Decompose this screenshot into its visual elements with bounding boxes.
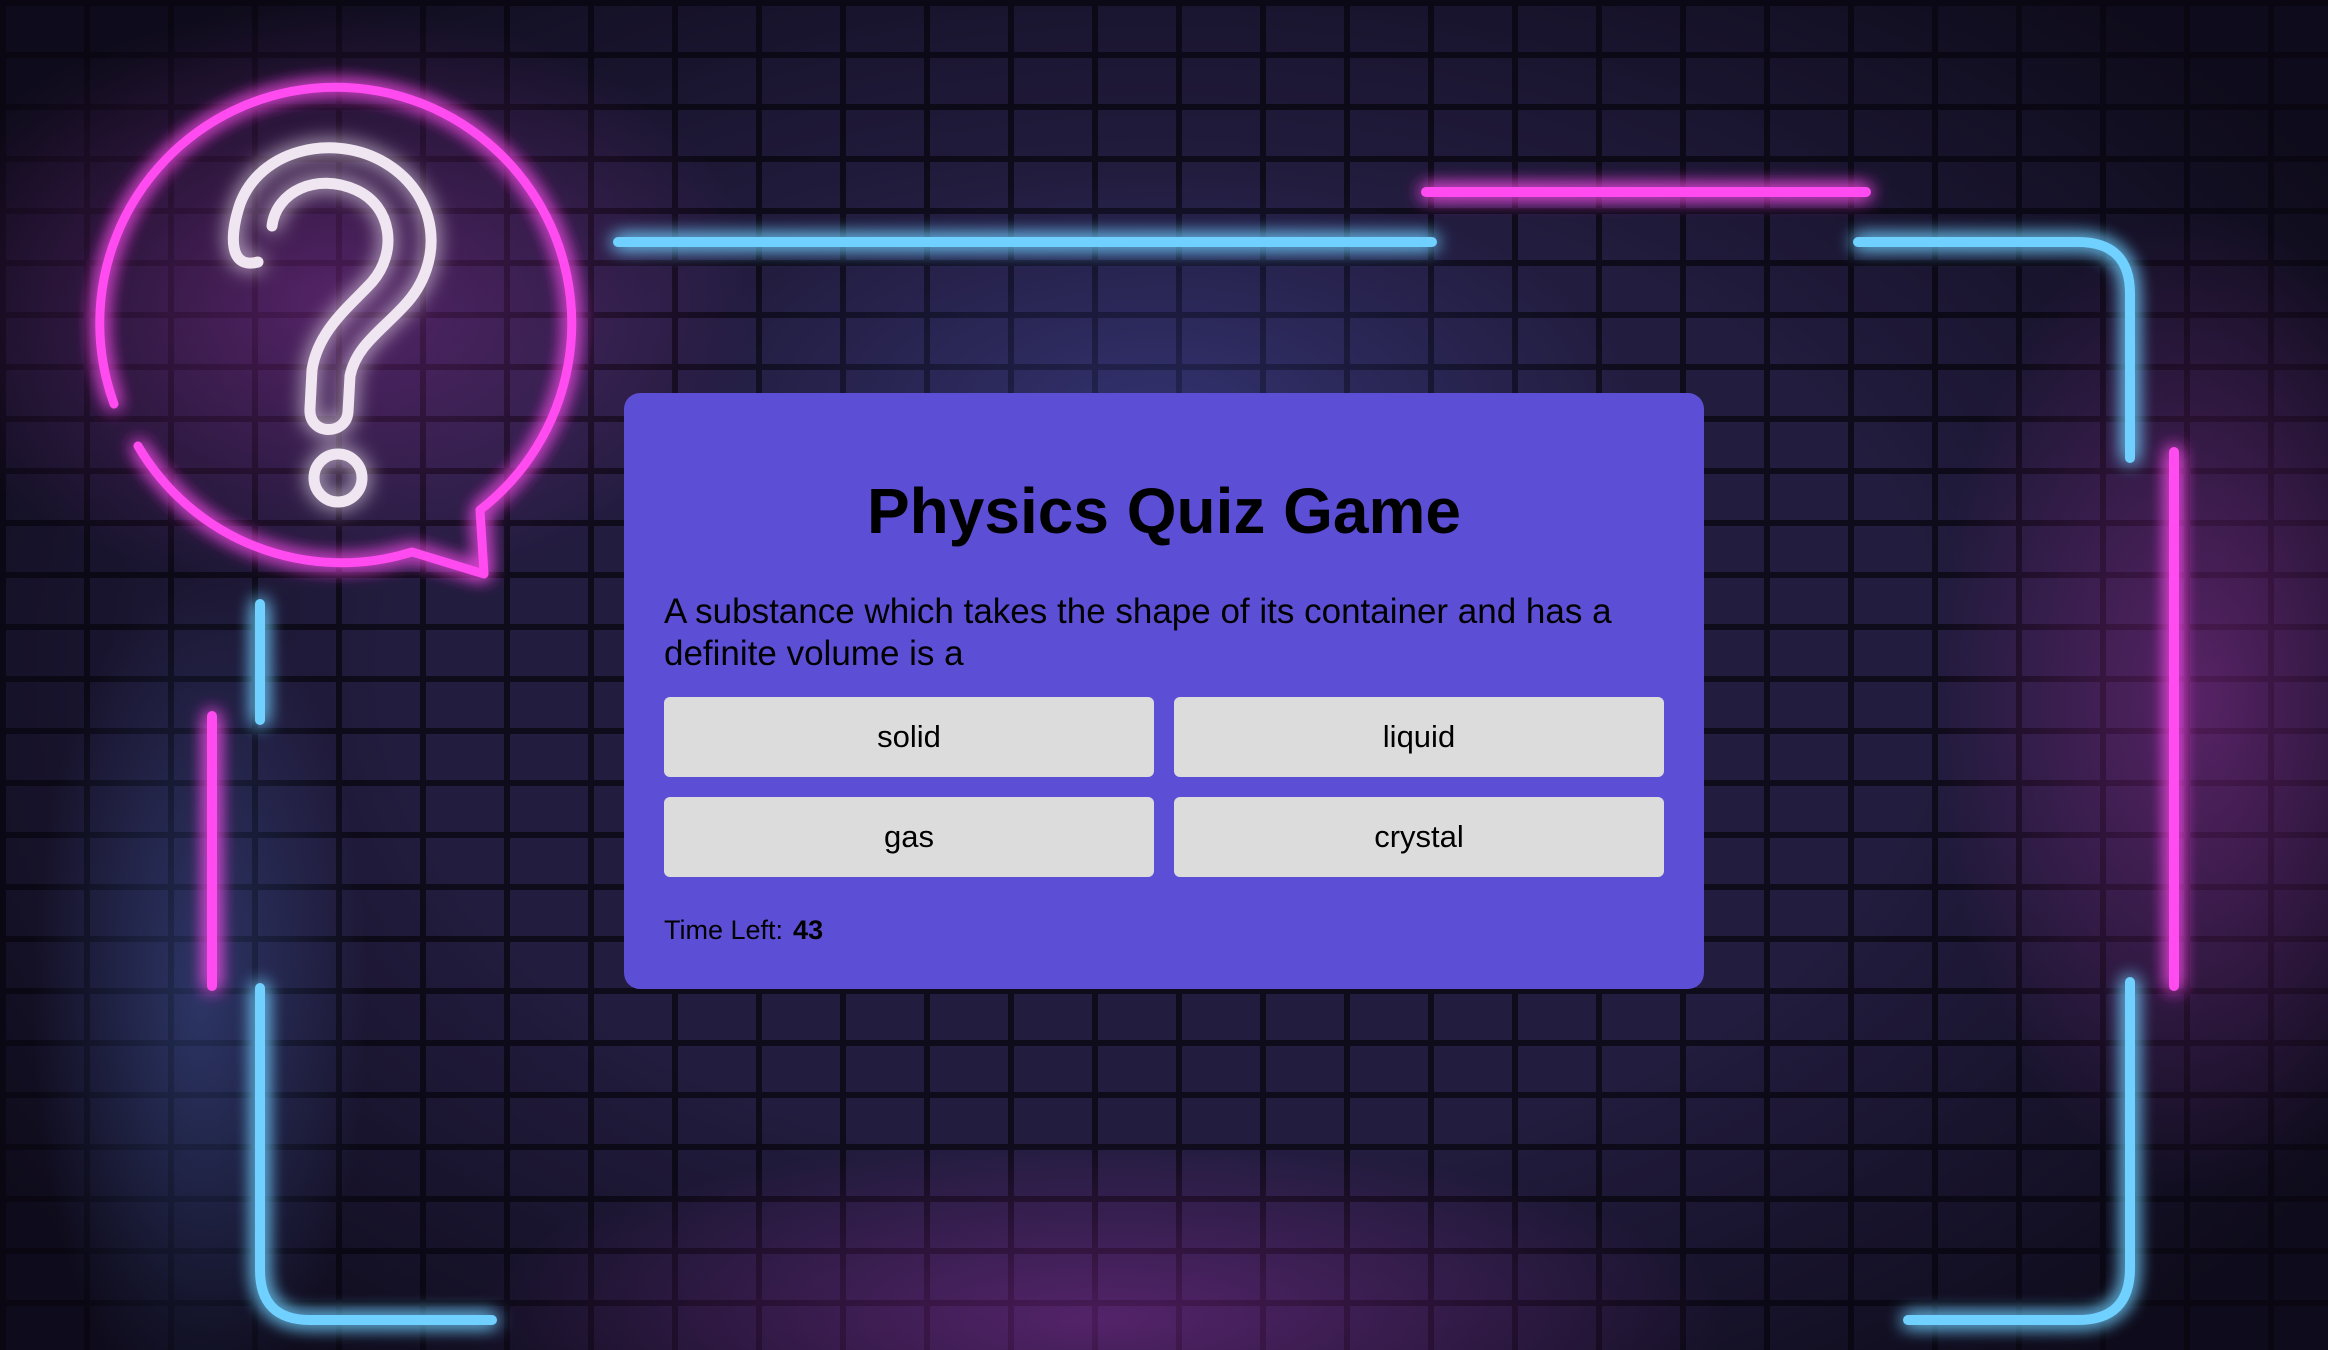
answer-button-crystal[interactable]: crystal: [1174, 797, 1664, 877]
question-mark-icon: [227, 142, 437, 508]
answer-button-liquid[interactable]: liquid: [1174, 697, 1664, 777]
timer: Time Left: 43: [664, 915, 823, 946]
timer-label: Time Left:: [664, 915, 784, 945]
game-screen: Physics Quiz Game A substance which take…: [0, 0, 2328, 1350]
answer-button-gas[interactable]: gas: [664, 797, 1154, 877]
answer-button-solid[interactable]: solid: [664, 697, 1154, 777]
quiz-title: Physics Quiz Game: [866, 475, 1462, 547]
answer-grid: solid liquid gas crystal: [664, 697, 1664, 877]
question-text: A substance which takes the shape of its…: [664, 592, 1612, 673]
quiz-card: Physics Quiz Game A substance which take…: [624, 393, 1704, 989]
timer-value: 43: [793, 915, 824, 945]
